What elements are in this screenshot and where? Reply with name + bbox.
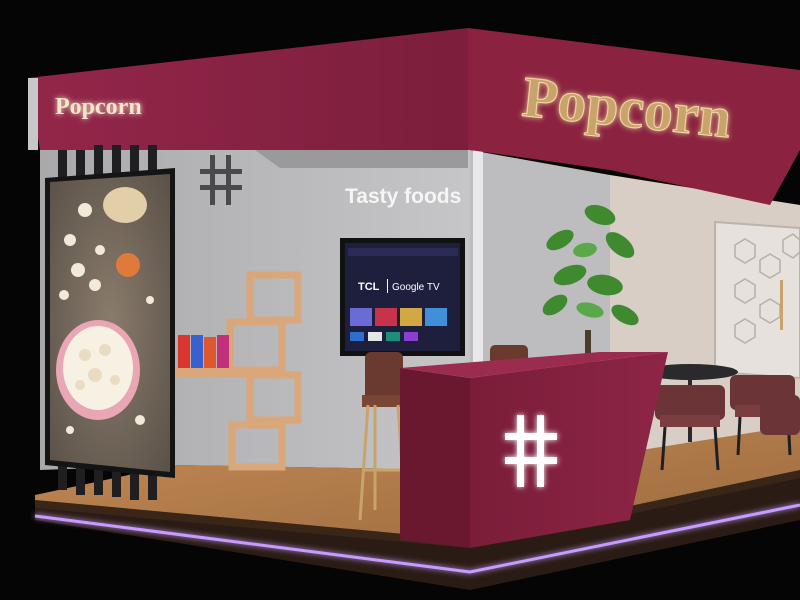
tagline-text: Tasty foods bbox=[345, 185, 461, 208]
booth-scene: Popcorn Popcorn Tasty foods TCL Google T… bbox=[0, 0, 800, 600]
snack-shelf bbox=[176, 368, 260, 378]
small-bowl bbox=[116, 253, 140, 277]
left-sign-text: Popcorn bbox=[55, 94, 142, 120]
left-fascia bbox=[28, 28, 468, 150]
tv-brand-text: TCL bbox=[358, 281, 380, 293]
reception-counter bbox=[400, 352, 668, 548]
tv-platform-text: Google TV bbox=[392, 282, 440, 293]
booth-render: Popcorn Popcorn Tasty foods TCL Google T… bbox=[28, 28, 800, 590]
glass-door bbox=[714, 220, 800, 380]
popcorn-display bbox=[45, 168, 175, 478]
tv-screen: TCL Google TV bbox=[340, 238, 465, 356]
